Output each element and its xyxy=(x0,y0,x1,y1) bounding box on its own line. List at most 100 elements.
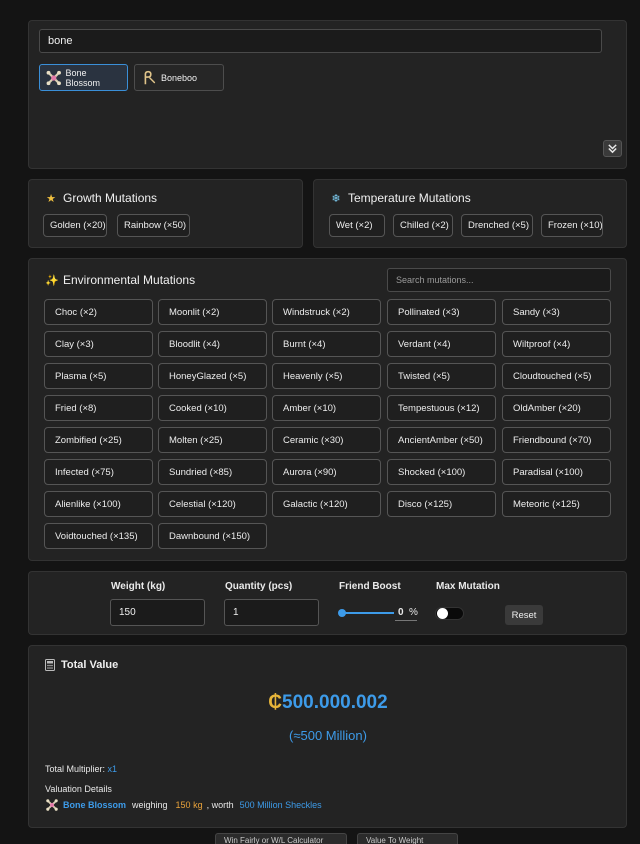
value-to-weight-tab[interactable]: Value To Weight xyxy=(357,833,458,844)
detail-value: 500 Million Sheckles xyxy=(239,800,322,810)
mutation-button-pollinated[interactable]: Pollinated (×3) xyxy=(387,299,496,325)
mutation-button-windstruck[interactable]: Windstruck (×2) xyxy=(272,299,381,325)
mutation-chip-chilled[interactable]: Chilled (×2) xyxy=(393,214,453,237)
plant-card-label: Bone Blossom xyxy=(65,67,101,88)
growth-mutations-panel: ★ Growth Mutations Golden (×20) Rainbow … xyxy=(28,179,303,248)
environmental-mutations-panel: ✨ Environmental Mutations Choc (×2)Moonl… xyxy=(28,258,627,561)
mutation-button-dawnbound[interactable]: Dawnbound (×150) xyxy=(158,523,267,549)
friend-boost-underline xyxy=(395,620,417,621)
mutation-chip-golden[interactable]: Golden (×20) xyxy=(43,214,107,237)
mutation-button-twisted[interactable]: Twisted (×5) xyxy=(387,363,496,389)
mutation-button-meteoric[interactable]: Meteoric (×125) xyxy=(502,491,611,517)
temperature-mutations-panel: ❄ Temperature Mutations Wet (×2) Chilled… xyxy=(313,179,627,248)
friend-boost-label: Friend Boost xyxy=(339,581,401,592)
reset-button[interactable]: Reset xyxy=(505,605,543,625)
snowflake-icon: ❄ xyxy=(331,192,341,205)
boneboo-icon xyxy=(144,70,156,84)
growth-title-text: Growth Mutations xyxy=(63,191,158,205)
plant-card-bone-blossom[interactable]: Bone Blossom xyxy=(39,64,128,91)
mutation-button-sundried[interactable]: Sundried (×85) xyxy=(158,459,267,485)
mutation-button-friendbound[interactable]: Friendbound (×70) xyxy=(502,427,611,453)
valuation-detail-line: Bone Blossom weighing 150 kg , worth 500… xyxy=(45,798,322,812)
currency-symbol: ₵ xyxy=(268,692,283,713)
quantity-input[interactable] xyxy=(224,599,319,626)
mutation-chip-wet[interactable]: Wet (×2) xyxy=(329,214,385,237)
mutation-button-clay[interactable]: Clay (×3) xyxy=(44,331,153,357)
mutation-button-shocked[interactable]: Shocked (×100) xyxy=(387,459,496,485)
weight-label: Weight (kg) xyxy=(111,581,166,592)
mutation-button-cloudtouched[interactable]: Cloudtouched (×5) xyxy=(502,363,611,389)
slider-track xyxy=(339,612,394,614)
environmental-mutations-title: ✨ Environmental Mutations xyxy=(45,273,195,287)
expand-button[interactable] xyxy=(603,140,622,157)
plant-card-boneboo[interactable]: Boneboo xyxy=(134,64,224,91)
detail-plant-name: Bone Blossom xyxy=(63,800,127,810)
plant-card-label: Boneboo xyxy=(161,72,198,83)
mutation-button-ceramic[interactable]: Ceramic (×30) xyxy=(272,427,381,453)
mutation-button-celestial[interactable]: Celestial (×120) xyxy=(158,491,267,517)
mutation-button-cooked[interactable]: Cooked (×10) xyxy=(158,395,267,421)
controls-panel: Weight (kg) Quantity (pcs) Friend Boost … xyxy=(28,571,627,635)
growth-mutations-title: ★ Growth Mutations xyxy=(45,191,157,205)
mutation-button-wiltproof[interactable]: Wiltproof (×4) xyxy=(502,331,611,357)
detail-weight: 150 kg xyxy=(175,800,203,810)
bone-blossom-icon xyxy=(46,70,61,85)
quantity-label: Quantity (pcs) xyxy=(225,581,293,592)
mutation-button-moonlit[interactable]: Moonlit (×2) xyxy=(158,299,267,325)
mutation-chip-rainbow[interactable]: Rainbow (×50) xyxy=(117,214,190,237)
mutation-button-zombified[interactable]: Zombified (×25) xyxy=(44,427,153,453)
mutation-button-molten[interactable]: Molten (×25) xyxy=(158,427,267,453)
mutation-button-paradisal[interactable]: Paradisal (×100) xyxy=(502,459,611,485)
total-value-amount: ₵500.000.002 xyxy=(29,692,627,714)
mutation-button-alienlike[interactable]: Alienlike (×100) xyxy=(44,491,153,517)
mutation-chip-drenched[interactable]: Drenched (×5) xyxy=(461,214,533,237)
friend-boost-slider[interactable] xyxy=(338,609,394,617)
max-mutation-label: Max Mutation xyxy=(436,581,500,592)
bone-blossom-icon xyxy=(46,799,58,811)
mutation-button-burnt[interactable]: Burnt (×4) xyxy=(272,331,381,357)
mutation-button-amber[interactable]: Amber (×10) xyxy=(272,395,381,421)
mutation-button-verdant[interactable]: Verdant (×4) xyxy=(387,331,496,357)
mutation-button-aurora[interactable]: Aurora (×90) xyxy=(272,459,381,485)
mutation-button-fried[interactable]: Fried (×8) xyxy=(44,395,153,421)
mutation-button-voidtouched[interactable]: Voidtouched (×135) xyxy=(44,523,153,549)
plant-search-input[interactable] xyxy=(39,29,602,53)
mutation-button-choc[interactable]: Choc (×2) xyxy=(44,299,153,325)
friend-boost-unit: % xyxy=(409,607,418,618)
total-value-approx: (≈500 Million) xyxy=(289,728,367,743)
mutation-button-galactic[interactable]: Galactic (×120) xyxy=(272,491,381,517)
total-value-panel: Total Value ₵500.000.002 (≈500 Million) … xyxy=(28,645,627,828)
chevron-double-down-icon xyxy=(608,144,617,154)
mutation-button-plasma[interactable]: Plasma (×5) xyxy=(44,363,153,389)
detail-weighing-text: weighing xyxy=(132,800,168,810)
mutation-button-heavenly[interactable]: Heavenly (×5) xyxy=(272,363,381,389)
temperature-mutations-title: ❄ Temperature Mutations xyxy=(330,191,471,205)
win-fairly-calculator-tab[interactable]: Win Fairly or W/L Calculator xyxy=(215,833,347,844)
friend-boost-value: 0 xyxy=(398,607,404,618)
mutation-button-disco[interactable]: Disco (×125) xyxy=(387,491,496,517)
mutation-button-infected[interactable]: Infected (×75) xyxy=(44,459,153,485)
weight-input[interactable] xyxy=(110,599,205,626)
mutation-search-input[interactable] xyxy=(387,268,611,292)
calculator-icon xyxy=(45,659,55,671)
total-value-number: 500.000.002 xyxy=(282,692,388,713)
valuation-details-label: Valuation Details xyxy=(45,784,112,794)
toggle-knob xyxy=(437,608,448,619)
total-value-title: Total Value xyxy=(45,659,118,671)
mutation-button-ancientamber[interactable]: AncientAmber (×50) xyxy=(387,427,496,453)
mutation-button-bloodlit[interactable]: Bloodlit (×4) xyxy=(158,331,267,357)
mutation-button-oldamber[interactable]: OldAmber (×20) xyxy=(502,395,611,421)
temperature-title-text: Temperature Mutations xyxy=(348,191,471,205)
mutation-button-honeyglazed[interactable]: HoneyGlazed (×5) xyxy=(158,363,267,389)
mutation-button-sandy[interactable]: Sandy (×3) xyxy=(502,299,611,325)
star-icon: ★ xyxy=(46,192,56,205)
plant-search-panel: Bone Blossom Boneboo xyxy=(28,20,627,169)
sparkles-icon: ✨ xyxy=(45,274,59,287)
total-multiplier: Total Multiplier: x1 xyxy=(45,764,117,774)
multiplier-value: x1 xyxy=(107,764,118,774)
multiplier-label: Total Multiplier: xyxy=(45,764,106,774)
mutation-chip-frozen[interactable]: Frozen (×10) xyxy=(541,214,603,237)
max-mutation-toggle[interactable] xyxy=(435,607,464,620)
slider-thumb[interactable] xyxy=(338,609,346,617)
mutation-button-tempestuous[interactable]: Tempestuous (×12) xyxy=(387,395,496,421)
